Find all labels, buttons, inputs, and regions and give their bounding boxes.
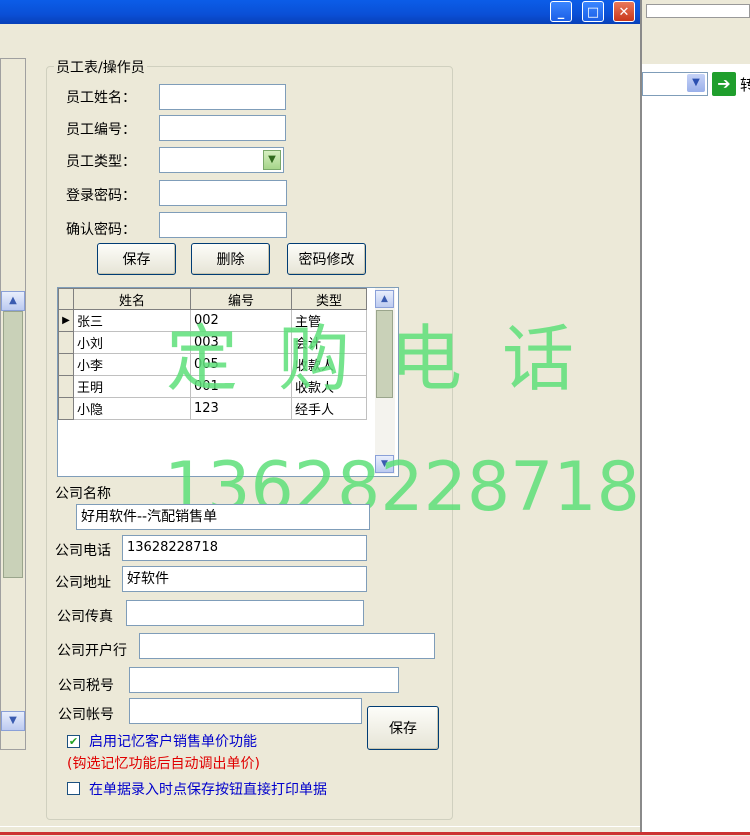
employee-id-input[interactable] [159,115,286,141]
password-input[interactable] [159,180,287,206]
company-name-input[interactable]: 好用软件--汽配销售单 [76,504,370,530]
left-list-panel[interactable]: ▲ ▼ [0,58,26,750]
company-bank-label: 公司开户行 [57,643,127,659]
title-bar[interactable] [0,0,640,24]
company-save-button[interactable]: 保存 [367,706,439,750]
row-indicator [58,397,74,420]
minimize-button[interactable]: _ [550,1,572,22]
print-on-save-checkbox[interactable] [67,782,80,795]
background-window: ▼ ➔ 转 [640,0,750,835]
grid-corner [58,288,74,310]
background-ribbon [646,4,750,18]
chevron-down-icon[interactable]: ▼ [263,150,281,170]
company-tax-input[interactable] [129,667,399,693]
employee-type-select[interactable]: ▼ [159,147,284,173]
background-combo[interactable]: ▼ [642,72,708,96]
employee-save-button[interactable]: 保存 [97,243,176,275]
company-bank-input[interactable] [139,633,435,659]
background-toolbar [642,0,750,64]
company-account-input[interactable] [129,698,362,724]
confirm-password-label: 确认密码： [66,222,136,238]
scroll-up-icon[interactable]: ▲ [1,291,25,311]
close-button[interactable]: ✕ [613,1,635,22]
employee-delete-button[interactable]: 删除 [191,243,270,275]
company-fax-label: 公司传真 [57,609,113,625]
remember-price-checkbox[interactable]: ✔ [67,735,80,748]
company-tax-label: 公司税号 [58,678,114,694]
remember-price-label[interactable]: 启用记忆客户销售单价功能 [89,731,257,751]
current-row-indicator-icon: ▶ [58,309,74,332]
change-password-button[interactable]: 密码修改 [287,243,366,275]
print-on-save-label[interactable]: 在单据录入时点保存按钮直接打印单据 [89,779,327,799]
remember-price-hint: (钩选记忆功能后自动调出单价) [67,756,260,772]
company-phone-label: 公司电话 [55,543,111,559]
company-address-label: 公司地址 [55,575,111,591]
password-label: 登录密码： [66,188,136,204]
chevron-down-icon[interactable]: ▼ [687,74,705,92]
truncated-label: 转 [740,76,750,94]
company-fax-input[interactable] [126,600,364,626]
employee-type-label: 员工类型： [66,154,136,170]
company-account-label: 公司帐号 [58,707,114,723]
company-address-input[interactable]: 好软件 [122,566,367,592]
employee-name-label: 员工姓名： [66,90,136,106]
company-phone-input[interactable]: 13628228718 [122,535,367,561]
employee-id-label: 员工编号： [66,122,136,138]
row-indicator [58,375,74,398]
scrollbar-thumb[interactable] [3,311,23,578]
scroll-down-icon[interactable]: ▼ [1,711,25,731]
confirm-password-input[interactable] [159,212,287,238]
go-arrow-icon[interactable]: ➔ [712,72,736,96]
company-name-label: 公司名称 [55,486,111,502]
row-indicator [58,353,74,376]
employee-name-input[interactable] [159,84,286,110]
row-indicator [58,331,74,354]
maximize-button[interactable]: □ [582,1,604,22]
watermark-order-phone-text: 定购电话 [166,317,615,401]
group-title: 员工表/操作员 [54,57,147,77]
